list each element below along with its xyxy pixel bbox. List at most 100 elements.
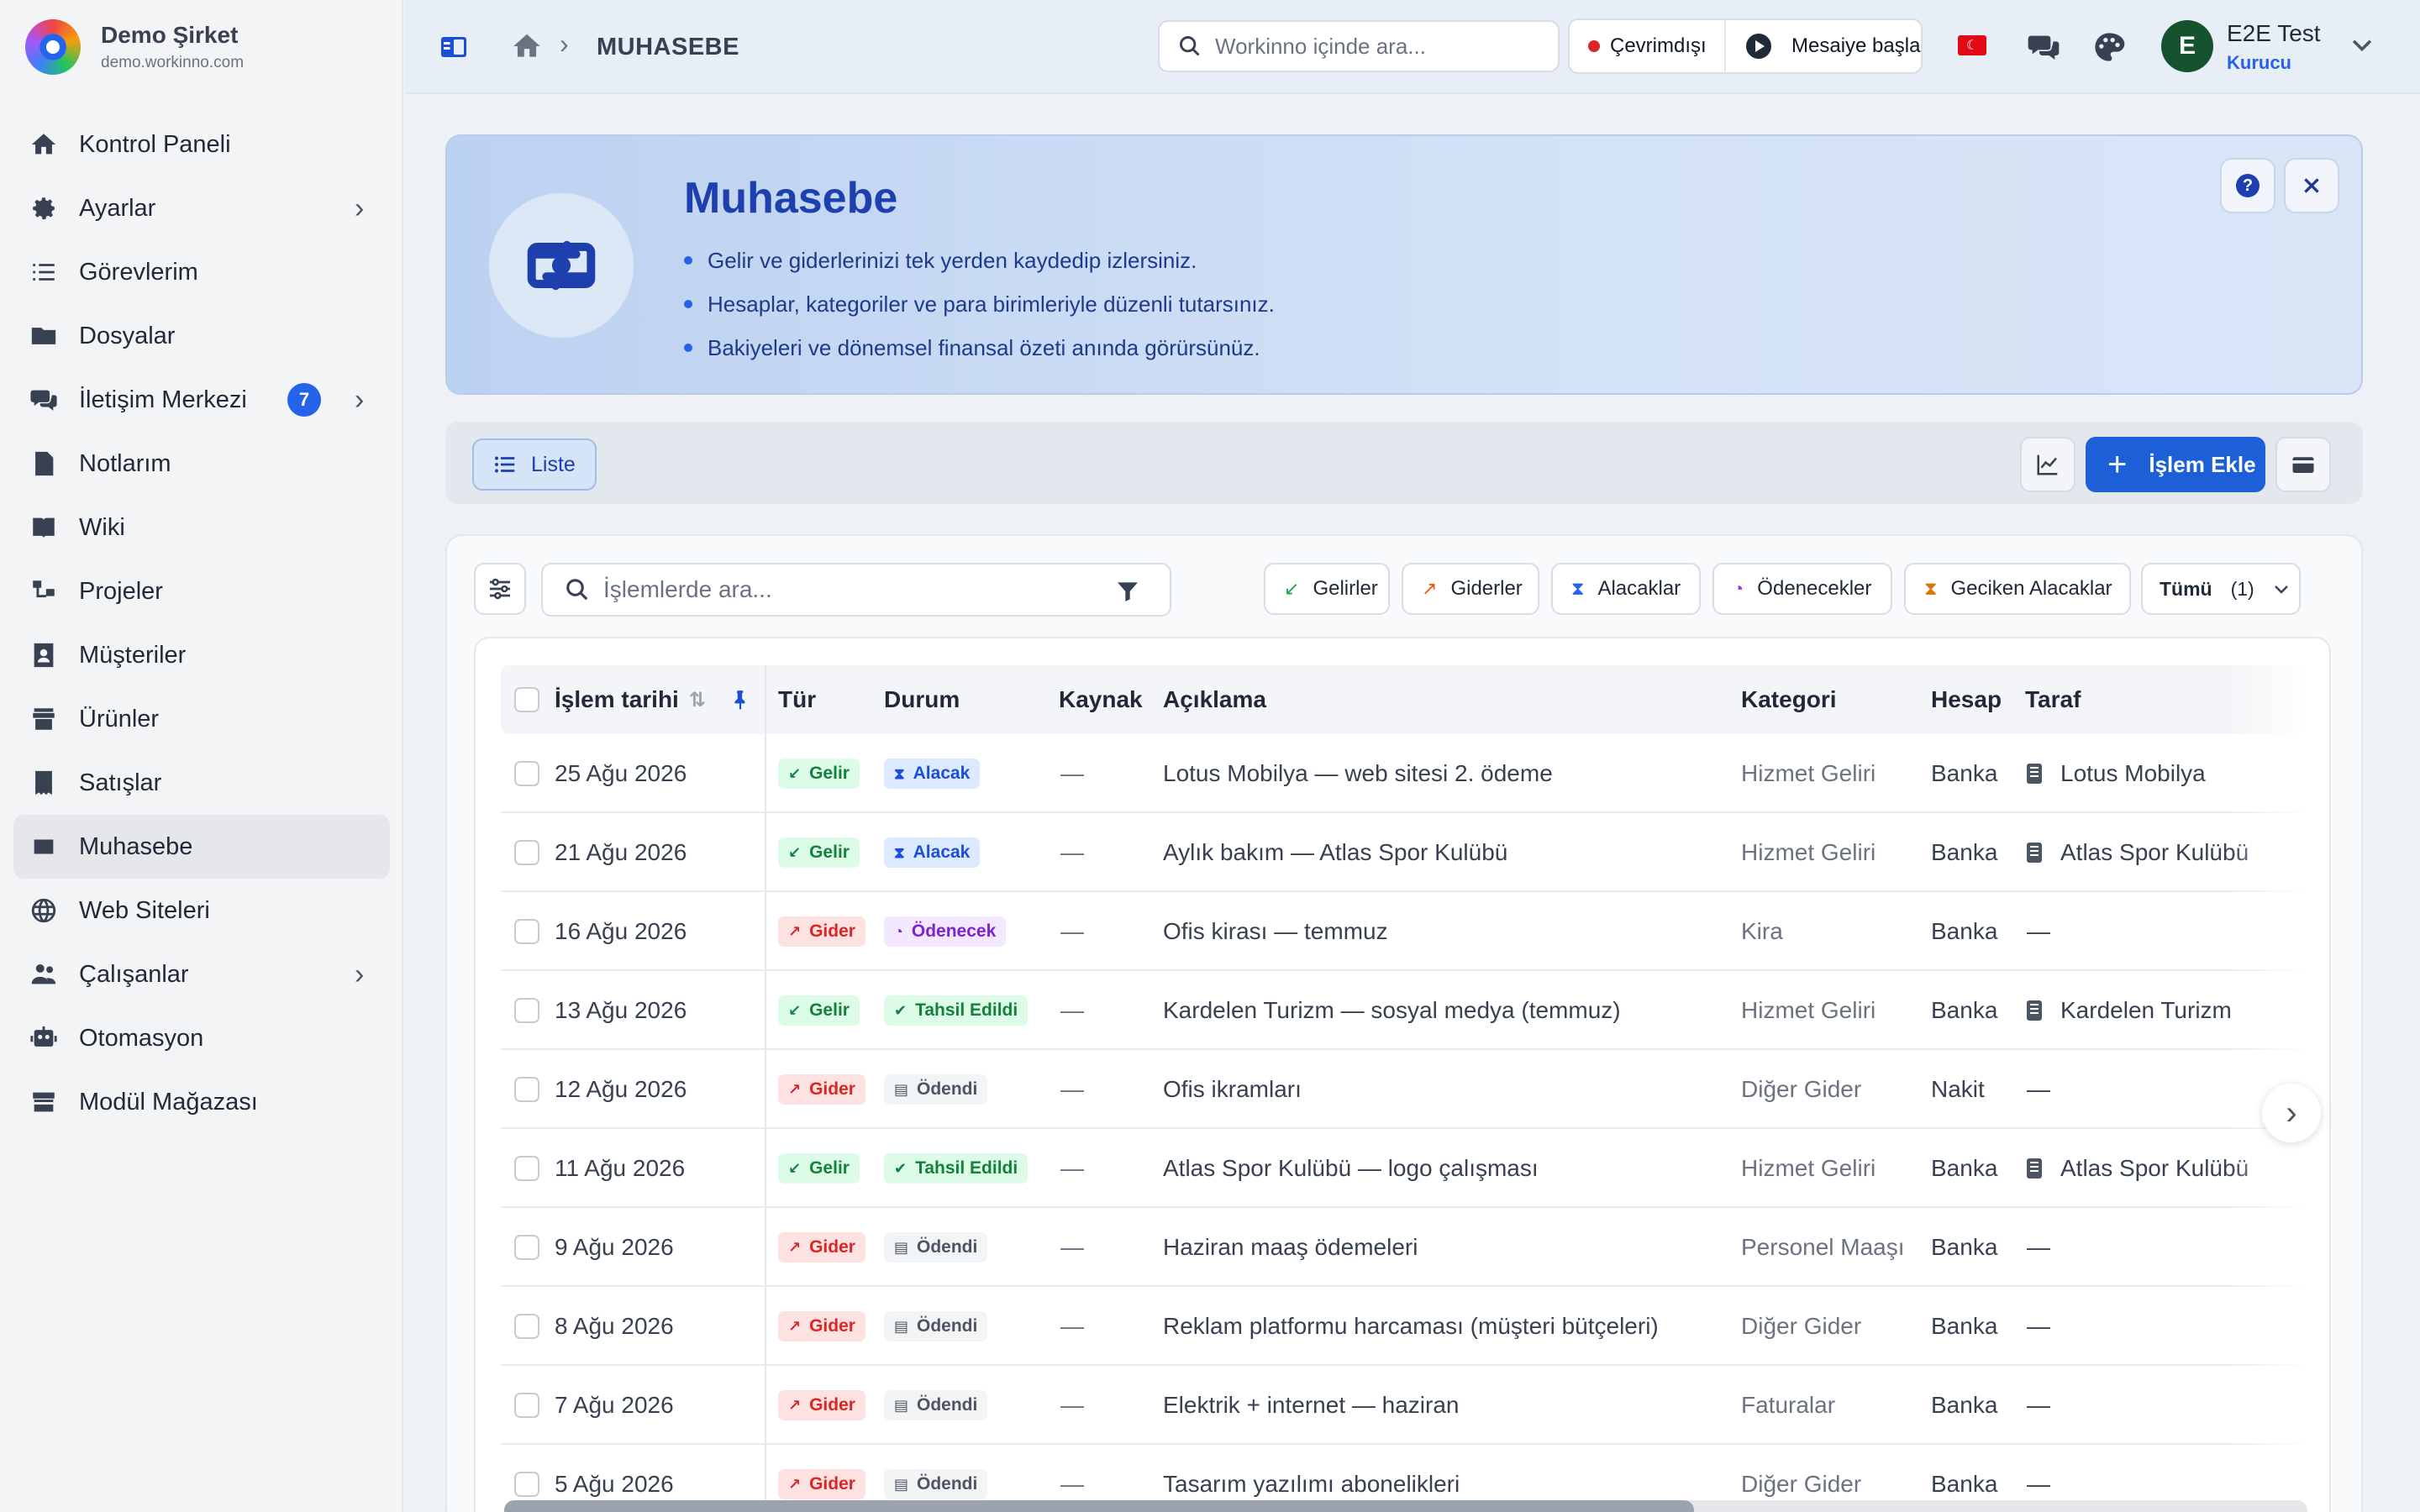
table-row[interactable]: 7 Ağu 2026 ↗ Gider ▤ Ödendi — Elektrik + inter… (501, 1366, 2304, 1445)
messages-icon[interactable] (2027, 30, 2060, 64)
cell-party-label: — (2027, 1076, 2050, 1102)
close-banner-button[interactable] (2284, 158, 2339, 213)
global-search[interactable] (1158, 20, 1560, 72)
filter-chip[interactable]: ↗ Giderler (1402, 563, 1539, 615)
status-badge-label: Alacak (913, 764, 971, 783)
row-checkbox[interactable] (514, 1366, 539, 1445)
column-header-type[interactable]: Tür (778, 665, 816, 734)
sidebar-item[interactable]: Otomasyon (13, 1006, 390, 1070)
home-icon[interactable] (511, 30, 543, 62)
offline-status-button[interactable]: Çevrimdışı (1570, 20, 1726, 72)
table-row[interactable]: 11 Ağu 2026 ↙ Gelir ✔ Tahsil Edildi — Atlas Sp… (501, 1129, 2304, 1208)
table-row[interactable]: 9 Ağu 2026 ↗ Gider ▤ Ödendi — Haziran maaş öde… (501, 1208, 2304, 1287)
status-icon: ▤ (894, 1317, 909, 1335)
type-badge: ↙ Gelir (778, 995, 860, 1026)
table-row[interactable]: 8 Ağu 2026 ↗ Gider ▤ Ödendi — Reklam platformu… (501, 1287, 2304, 1366)
pin-icon[interactable] (729, 689, 751, 711)
status-badge: ⧗ Alacak (884, 759, 981, 789)
column-header-account[interactable]: Hesap (1931, 665, 2002, 734)
table-row[interactable]: 12 Ağu 2026 ↗ Gider ▤ Ödendi — Ofis ikramları D… (501, 1050, 2304, 1129)
sidebar-item[interactable]: Kontrol Paneli (13, 113, 390, 176)
accounts-button[interactable] (2275, 437, 2331, 492)
type-badge-label: Gelir (809, 1158, 850, 1178)
sidebar-item[interactable]: Wiki (13, 496, 390, 559)
sidebar-item[interactable]: Dosyalar (13, 304, 390, 368)
chevron-right-icon[interactable]: › (355, 384, 364, 417)
filter-chip[interactable]: ↙ Gelirler (1264, 563, 1390, 615)
user-menu[interactable]: E2E Test Kurucu (2227, 20, 2321, 74)
row-checkbox[interactable] (514, 1050, 539, 1129)
sidebar-item[interactable]: Web Siteleri (13, 879, 390, 942)
sidebar-toggle-icon[interactable] (439, 32, 469, 62)
scrollbar-thumb[interactable] (504, 1500, 1695, 1512)
select-all-checkbox[interactable] (514, 665, 539, 734)
row-checkbox[interactable] (514, 1287, 539, 1366)
add-transaction-button[interactable]: + İşlem Ekle (2086, 437, 2265, 492)
sidebar-item[interactable]: Projeler (13, 559, 390, 623)
filter-settings-button[interactable] (474, 563, 526, 615)
chart-view-button[interactable] (2020, 437, 2075, 492)
cell-date: 12 Ağu 2026 (555, 1076, 687, 1102)
column-header-date[interactable]: İşlem tarihi ⇅ (555, 665, 751, 734)
cell-account: Nakit (1931, 1076, 1985, 1102)
sidebar-item[interactable]: Görevlerim (13, 240, 390, 304)
brand[interactable]: Demo Şirket demo.workinno.com (25, 17, 244, 77)
language-flag-icon[interactable]: ☾ (1958, 35, 1986, 55)
line-chart-icon (2037, 454, 2058, 475)
table-row[interactable]: 16 Ağu 2026 ↗ Gider ◔ Ödenecek — Ofis kirası —… (501, 892, 2304, 971)
column-header-description[interactable]: Açıklama (1163, 665, 1266, 734)
cell-party-label: — (2027, 1313, 2050, 1339)
filter-chip[interactable]: ⧗ Geciken Alacaklar (1904, 563, 2131, 615)
table-row[interactable]: 21 Ağu 2026 ↙ Gelir ⧗ Alacak — Aylık bakım — A… (501, 813, 2304, 892)
table-row[interactable]: 13 Ağu 2026 ↙ Gelir ✔ Tahsil Edildi — Kardelen… (501, 971, 2304, 1050)
sidebar-item[interactable]: Müşteriler (13, 623, 390, 687)
table-row[interactable]: 25 Ağu 2026 ↙ Gelir ⧗ Alacak — Lotus Mobilya —… (501, 734, 2304, 813)
sidebar-item[interactable]: İletişim Merkezi 7 › (13, 368, 390, 432)
type-arrow-icon: ↙ (788, 843, 802, 861)
breadcrumb[interactable]: MUHASEBE (597, 34, 739, 61)
chevron-right-icon[interactable]: › (355, 192, 364, 225)
chevron-right-icon[interactable]: › (355, 958, 364, 991)
funnel-icon[interactable] (1114, 578, 1141, 605)
sidebar-item[interactable]: Muhasebe (13, 815, 390, 879)
column-header-source[interactable]: Kaynak (1059, 665, 1143, 734)
filter-chip[interactable]: ◔ Ödenecekler (1712, 563, 1892, 615)
cell-category: Hizmet Geliri (1741, 997, 1876, 1023)
transaction-search-input[interactable] (603, 576, 1107, 603)
type-badge-label: Gelir (809, 764, 850, 783)
cell-category: Hizmet Geliri (1741, 760, 1876, 786)
sidebar-item[interactable]: Satışlar (13, 751, 390, 815)
avatar[interactable]: E (2161, 20, 2213, 72)
cell-party: Kardelen Turizm (2027, 971, 2232, 1050)
row-checkbox[interactable] (514, 971, 539, 1050)
sort-icon[interactable]: ⇅ (689, 688, 706, 712)
chevron-down-icon[interactable] (2348, 30, 2376, 59)
horizontal-scrollbar[interactable] (504, 1500, 2307, 1512)
transaction-search[interactable] (541, 563, 1171, 617)
row-checkbox[interactable] (514, 734, 539, 813)
all-filter-dropdown[interactable]: Tümü (1) (2141, 563, 2301, 615)
palette-icon[interactable] (2092, 30, 2126, 64)
sidebar-item[interactable]: Modül Mağazası (13, 1070, 390, 1134)
scroll-right-button[interactable]: › (2262, 1084, 2321, 1142)
cell-category: Faturalar (1741, 1392, 1836, 1418)
type-badge-label: Gelir (809, 843, 850, 862)
filter-chip-icon: ↗ (1422, 578, 1438, 599)
row-checkbox[interactable] (514, 813, 539, 892)
sidebar-item[interactable]: Ayarlar › (13, 176, 390, 240)
filter-chip[interactable]: ⧗ Alacaklar (1551, 563, 1701, 615)
start-shift-button[interactable]: Mesaiye başla (1726, 34, 1920, 59)
row-checkbox[interactable] (514, 1129, 539, 1208)
column-header-party[interactable]: Taraf (2025, 665, 2081, 734)
sidebar-item[interactable]: Çalışanlar › (13, 942, 390, 1006)
row-checkbox[interactable] (514, 1208, 539, 1287)
global-search-input[interactable] (1215, 33, 1534, 60)
tab-list-view[interactable]: Liste (472, 438, 597, 491)
sidebar-item[interactable]: Notlarım (13, 432, 390, 496)
help-button[interactable]: ? (2220, 158, 2275, 213)
sidebar-item[interactable]: Ürünler (13, 687, 390, 751)
column-header-category[interactable]: Kategori (1741, 665, 1837, 734)
row-checkbox[interactable] (514, 892, 539, 971)
status-icon: ✔ (894, 1159, 908, 1177)
column-header-status[interactable]: Durum (884, 665, 960, 734)
